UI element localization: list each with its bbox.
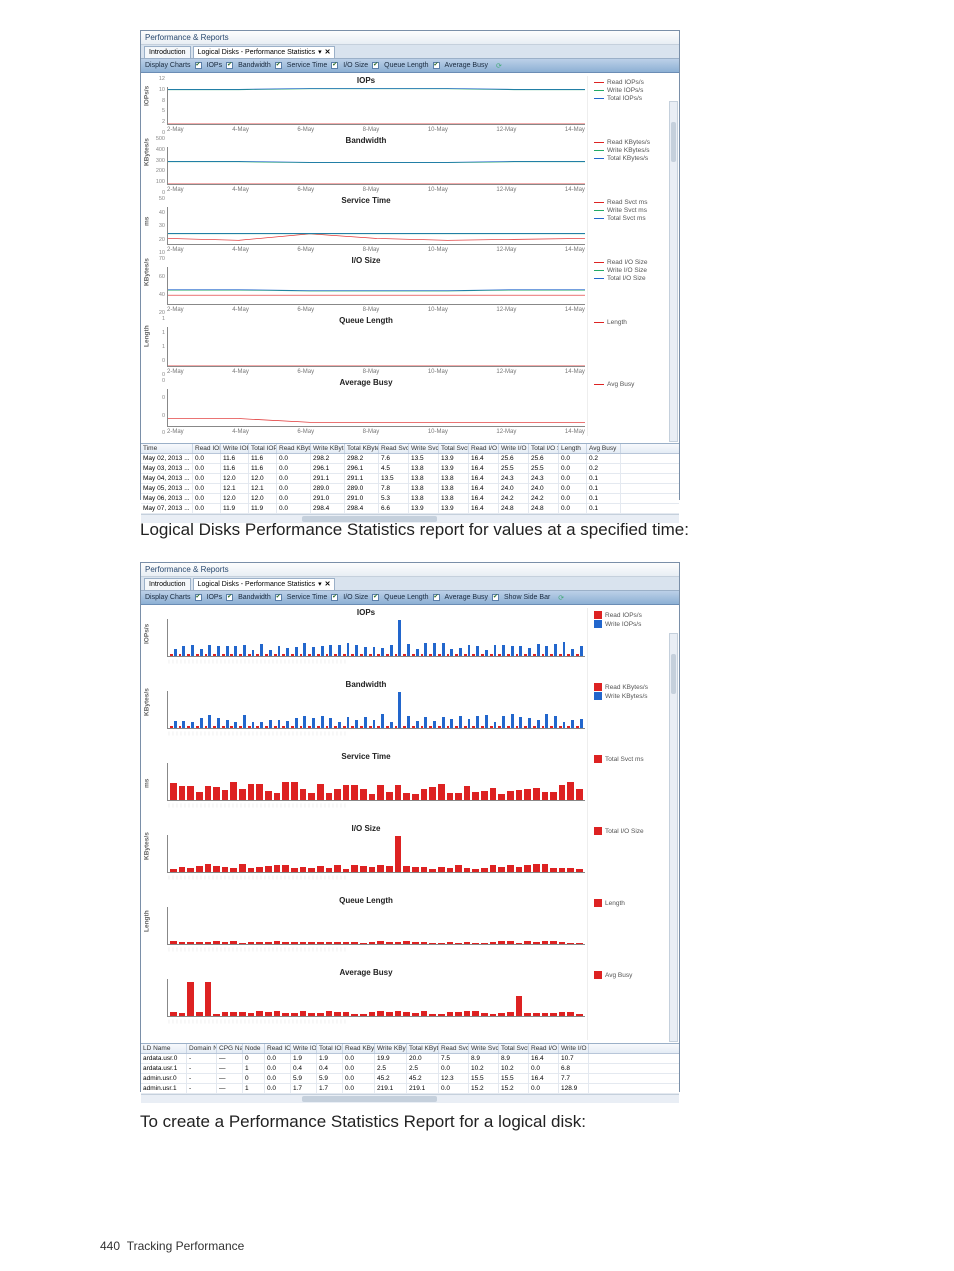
table-row[interactable]: May 03, 2013 ...0.011.611.60.0296.1296.1… — [141, 464, 679, 474]
column-header[interactable]: Read I/O Size — [469, 444, 499, 453]
horizontal-scrollbar[interactable] — [141, 514, 679, 523]
vertical-scrollbar[interactable] — [669, 633, 678, 1042]
column-header[interactable]: Total Svct ms — [439, 444, 469, 453]
screenshot-2: Performance & Reports Introduction Logic… — [140, 562, 680, 1092]
table-row[interactable]: May 05, 2013 ...0.012.112.10.0289.0289.0… — [141, 484, 679, 494]
checkbox-queue-length[interactable] — [372, 62, 379, 69]
page-number: 440 — [100, 1239, 120, 1253]
caption-2: To create a Performance Statistics Repor… — [140, 1112, 854, 1132]
tab-logical-disks-stats[interactable]: Logical Disks - Performance Statistics▾✕ — [193, 578, 336, 590]
checkbox-queue-length[interactable] — [372, 594, 379, 601]
table-row[interactable]: May 04, 2013 ...0.012.012.00.0291.1291.1… — [141, 474, 679, 484]
tab-introduction[interactable]: Introduction — [144, 46, 191, 58]
table-row[interactable]: May 07, 2013 ...0.011.911.90.0298.4298.4… — [141, 504, 679, 514]
column-header[interactable]: Length — [559, 444, 587, 453]
chart-title: IOPs — [145, 608, 587, 617]
vertical-scrollbar[interactable] — [669, 101, 678, 442]
display-charts-label: Display Charts — [145, 62, 191, 69]
close-icon[interactable]: ✕ — [325, 580, 331, 588]
checkbox-avg-busy[interactable] — [433, 594, 440, 601]
column-header[interactable]: Read KBytes/s — [277, 444, 311, 453]
chart-area: IOPs IOPs/s 02581012 2-May4-May6-May8-Ma… — [141, 73, 679, 443]
column-header[interactable]: Total IOPs/s — [249, 444, 277, 453]
column-header[interactable]: Total KBytes/s — [407, 1044, 439, 1053]
tab-bar: Introduction Logical Disks - Performance… — [141, 45, 679, 59]
ylabel-bw: KBytes/s — [144, 138, 151, 166]
table-row[interactable]: May 02, 2013 ...0.011.611.60.0298.2298.2… — [141, 454, 679, 464]
table-row[interactable]: May 06, 2013 ...0.012.012.00.0291.0291.0… — [141, 494, 679, 504]
data-grid-1[interactable]: TimeRead IOPs/sWrite IOPs/sTotal IOPs/sR… — [141, 443, 679, 523]
checkbox-bandwidth[interactable] — [226, 594, 233, 601]
column-header[interactable]: Read Svct ms — [379, 444, 409, 453]
column-header[interactable]: Write I/O Size — [559, 1044, 589, 1053]
checkbox-service-time[interactable] — [275, 62, 282, 69]
data-grid-2[interactable]: LD NameDomain NameCPG NameNodeRead IOPs/… — [141, 1043, 679, 1103]
chart-title: Bandwidth — [145, 680, 587, 689]
column-header[interactable]: Total Svct ms — [499, 1044, 529, 1053]
table-row[interactable]: ardata.usr.1-—10.00.40.40.02.52.50.010.2… — [141, 1064, 679, 1074]
screenshot-1: Performance & Reports Introduction Logic… — [140, 30, 680, 500]
chart-title-bw: Bandwidth — [145, 136, 587, 145]
column-header[interactable]: Read IOPs/s — [193, 444, 221, 453]
caption-1: Logical Disks Performance Statistics rep… — [140, 520, 854, 540]
column-header[interactable]: Write KBytes/s — [375, 1044, 407, 1053]
column-header[interactable]: Read KBytes/s — [343, 1044, 375, 1053]
table-row[interactable]: admin.usr.1-—10.01.71.70.0219.1219.10.01… — [141, 1084, 679, 1094]
column-header[interactable]: Read IOPs/s — [265, 1044, 291, 1053]
column-header[interactable]: Write IOPs/s — [221, 444, 249, 453]
chart-title: Service Time — [145, 752, 587, 761]
section-title: Tracking Performance — [127, 1239, 245, 1253]
checkbox-bandwidth[interactable] — [226, 62, 233, 69]
column-header[interactable]: Read Svct ms — [439, 1044, 469, 1053]
checkbox-avg-busy[interactable] — [433, 62, 440, 69]
column-header[interactable]: Time — [141, 444, 193, 453]
checkbox-service-time[interactable] — [275, 594, 282, 601]
column-header[interactable]: Read I/O Size — [529, 1044, 559, 1053]
ylabel-iops: IOPs/s — [144, 86, 151, 106]
column-header[interactable]: Write Svct ms — [469, 1044, 499, 1053]
column-header[interactable]: Domain Name — [187, 1044, 217, 1053]
grid-header: TimeRead IOPs/sWrite IOPs/sTotal IOPs/sR… — [141, 444, 679, 454]
checkbox-io-size[interactable] — [331, 62, 338, 69]
chart-title: Average Busy — [145, 968, 587, 977]
column-header[interactable]: CPG Name — [217, 1044, 243, 1053]
tab-introduction[interactable]: Introduction — [144, 578, 191, 590]
refresh-icon[interactable]: ⟳ — [496, 62, 502, 70]
table-row[interactable]: admin.usr.0-—00.05.95.90.045.245.212.315… — [141, 1074, 679, 1084]
column-header[interactable]: LD Name — [141, 1044, 187, 1053]
chart-title: Queue Length — [145, 896, 587, 905]
column-header[interactable]: Write IOPs/s — [291, 1044, 317, 1053]
chart-toolbar: Display Charts IOPs Bandwidth Service Ti… — [141, 59, 679, 73]
column-header[interactable]: Avg Busy — [587, 444, 621, 453]
legend-iops: Read IOPs/s Write IOPs/s Total IOPs/s — [587, 76, 675, 136]
column-header[interactable]: Node — [243, 1044, 265, 1053]
column-header[interactable]: Write Svct ms — [409, 444, 439, 453]
checkbox-iops[interactable] — [195, 62, 202, 69]
checkbox-show-sidebar[interactable] — [492, 594, 499, 601]
column-header[interactable]: Total IOPs/s — [317, 1044, 343, 1053]
horizontal-scrollbar[interactable] — [141, 1094, 679, 1103]
close-icon[interactable]: ✕ — [325, 48, 331, 56]
iops-plot — [168, 87, 585, 124]
window-title: Performance & Reports — [145, 33, 229, 42]
table-row[interactable]: ardata.usr.0-—00.01.91.90.019.920.07.58.… — [141, 1054, 679, 1064]
column-header[interactable]: Write I/O Size — [499, 444, 529, 453]
page-footer: 440 Tracking Performance — [100, 1239, 244, 1253]
tab-logical-disks-stats[interactable]: Logical Disks - Performance Statistics▾✕ — [193, 46, 336, 58]
chart-title-iops: IOPs — [145, 76, 587, 85]
column-header[interactable]: Total KBytes/s — [345, 444, 379, 453]
checkbox-io-size[interactable] — [331, 594, 338, 601]
column-header[interactable]: Write KBytes/s — [311, 444, 345, 453]
window-titlebar: Performance & Reports — [141, 31, 679, 45]
chart-title: I/O Size — [145, 824, 587, 833]
column-header[interactable]: Total I/O Size — [529, 444, 559, 453]
refresh-icon[interactable]: ⟳ — [558, 594, 564, 602]
checkbox-iops[interactable] — [195, 594, 202, 601]
